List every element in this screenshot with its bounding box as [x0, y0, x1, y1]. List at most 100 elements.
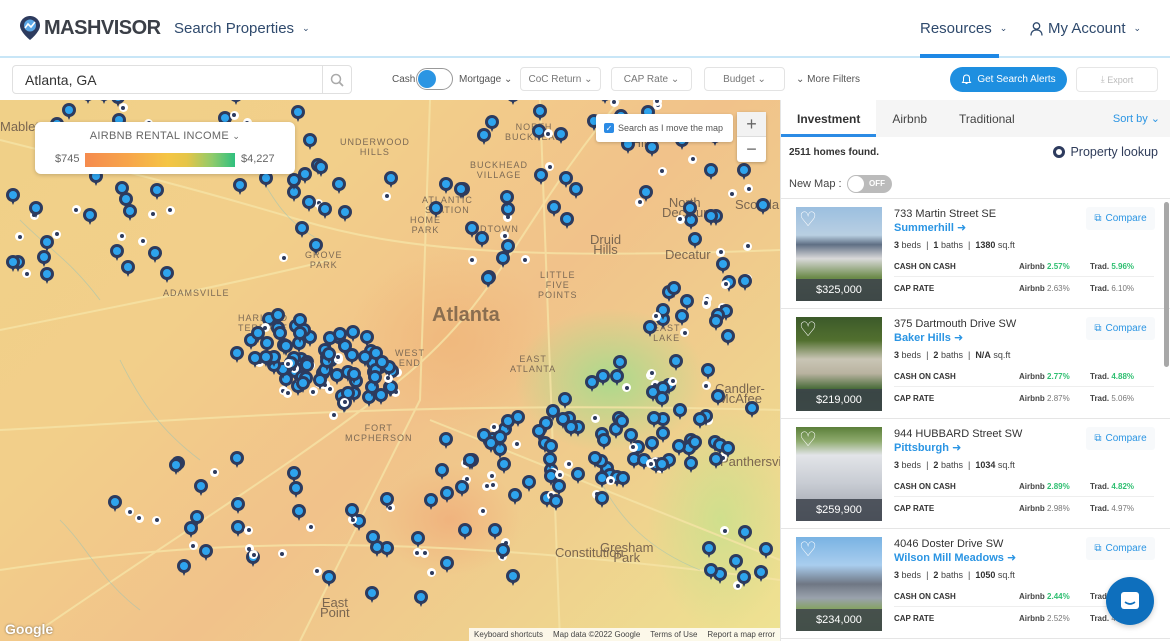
property-map-pin[interactable]	[667, 280, 682, 299]
property-map-pin[interactable]	[549, 494, 564, 512]
property-map-pin[interactable]	[532, 103, 547, 122]
property-map-pin[interactable]	[37, 249, 52, 268]
property-map-pin[interactable]	[6, 255, 21, 273]
property-map-pin[interactable]	[147, 246, 162, 264]
property-map-pin[interactable]	[110, 100, 125, 108]
property-map-pin[interactable]	[533, 168, 548, 186]
coc-return-dropdown[interactable]: CoC Return ⌄	[520, 67, 601, 91]
property-map-dot[interactable]	[727, 189, 737, 199]
nav-resources[interactable]: Resources ⌄	[920, 20, 1007, 37]
property-map-dot[interactable]	[520, 255, 530, 265]
property-map-pin[interactable]	[184, 521, 199, 539]
property-map-pin[interactable]	[568, 182, 583, 200]
property-map-dot[interactable]	[244, 525, 254, 535]
cash-mortgage-toggle[interactable]	[416, 68, 453, 90]
terms-of-use-link[interactable]: Terms of Use	[645, 628, 702, 641]
property-map-pin[interactable]	[302, 133, 317, 151]
property-map-pin[interactable]	[364, 586, 379, 604]
property-map-pin[interactable]	[588, 450, 603, 469]
property-map-pin[interactable]	[440, 485, 455, 504]
property-map-pin[interactable]	[687, 434, 702, 453]
property-map-pin[interactable]	[721, 328, 736, 347]
property-map-pin[interactable]	[668, 353, 683, 372]
property-map-pin[interactable]	[703, 563, 718, 581]
property-map-dot[interactable]	[329, 410, 339, 420]
property-map-dot[interactable]	[564, 459, 574, 469]
new-map-toggle[interactable]: OFF	[847, 175, 892, 193]
property-map-pin[interactable]	[463, 452, 478, 471]
property-map-pin[interactable]	[521, 474, 536, 493]
property-map-dot[interactable]	[382, 191, 392, 201]
property-map-pin[interactable]	[309, 238, 324, 256]
property-map-pin[interactable]	[709, 452, 724, 470]
property-map-pin[interactable]	[700, 362, 715, 381]
property-map-pin[interactable]	[508, 488, 523, 506]
checkbox-checked-icon[interactable]: ✓	[604, 123, 614, 133]
property-map-pin[interactable]	[563, 419, 578, 438]
property-map-dot[interactable]	[165, 205, 175, 215]
property-map-pin[interactable]	[294, 220, 309, 239]
property-map-pin[interactable]	[313, 373, 328, 391]
property-map-pin[interactable]	[613, 354, 628, 373]
property-map-pin[interactable]	[542, 452, 557, 470]
chat-button[interactable]	[1106, 577, 1154, 625]
property-map-pin[interactable]	[499, 190, 514, 208]
mashvisor-logo[interactable]: MASHVISOR	[20, 16, 161, 40]
property-map-dot[interactable]	[117, 231, 127, 241]
property-map-pin[interactable]	[505, 100, 520, 106]
property-map-pin[interactable]	[674, 308, 689, 327]
property-map-pin[interactable]	[193, 479, 208, 497]
property-map-pin[interactable]	[333, 326, 348, 345]
property-map-pin[interactable]	[511, 410, 526, 428]
listing-address[interactable]: 944 HUBBARD Street SW	[894, 428, 1022, 440]
property-map-pin[interactable]	[455, 479, 470, 498]
property-map-pin[interactable]	[322, 570, 337, 588]
property-map-pin[interactable]	[454, 181, 469, 200]
property-map-pin[interactable]	[638, 185, 653, 203]
property-map-pin[interactable]	[291, 504, 306, 522]
neighborhood-link[interactable]: Pittsburgh ➜	[894, 441, 961, 454]
property-map-pin[interactable]	[500, 238, 515, 257]
property-map-pin[interactable]	[682, 201, 697, 219]
property-map-pin[interactable]	[230, 346, 245, 364]
property-map-pin[interactable]	[97, 100, 112, 105]
report-map-error-link[interactable]: Report a map error	[702, 628, 780, 641]
heart-icon[interactable]: ♡	[799, 429, 817, 451]
property-map-pin[interactable]	[122, 204, 137, 222]
property-map-pin[interactable]	[614, 413, 629, 432]
property-map-dot[interactable]	[188, 541, 198, 551]
zoom-in-button[interactable]: +	[737, 112, 766, 137]
property-map-pin[interactable]	[293, 326, 308, 344]
property-map-pin[interactable]	[159, 266, 174, 284]
legend-title-dropdown[interactable]: AIRBNB RENTAL INCOME ⌄	[35, 130, 295, 142]
property-map-pin[interactable]	[337, 204, 352, 223]
property-map-dot[interactable]	[283, 388, 293, 398]
neighborhood-link[interactable]: Wilson Mill Meadows ➜	[894, 551, 1016, 564]
property-map-pin[interactable]	[40, 234, 55, 253]
property-map-pin[interactable]	[755, 197, 770, 216]
get-search-alerts-button[interactable]: Get Search Alerts	[950, 67, 1067, 92]
property-map-pin[interactable]	[322, 347, 337, 365]
property-map-pin[interactable]	[177, 558, 192, 577]
cap-rate-dropdown[interactable]: CAP Rate ⌄	[611, 67, 692, 91]
property-map-pin[interactable]	[557, 392, 572, 410]
property-map-pin[interactable]	[439, 176, 454, 195]
property-map-dot[interactable]	[306, 522, 316, 532]
export-button[interactable]: ⤓ Export	[1076, 67, 1158, 92]
property-map-pin[interactable]	[229, 451, 244, 469]
property-map-pin[interactable]	[753, 565, 768, 583]
property-map-pin[interactable]	[434, 463, 449, 481]
property-map-pin[interactable]	[232, 177, 247, 196]
property-map[interactable]: AtlantaDruid HillsNorth Druid HillsNorth…	[0, 100, 780, 641]
property-map-pin[interactable]	[483, 436, 498, 454]
property-map-pin[interactable]	[302, 195, 317, 213]
property-map-pin[interactable]	[61, 102, 76, 121]
heart-icon[interactable]: ♡	[799, 319, 817, 341]
property-map-pin[interactable]	[464, 221, 479, 239]
sort-by-dropdown[interactable]: Sort by ⌄	[1113, 112, 1160, 125]
property-map-dot[interactable]	[210, 467, 220, 477]
property-map-pin[interactable]	[366, 529, 381, 548]
property-lookup-button[interactable]: Property lookup	[1053, 145, 1158, 159]
property-map-pin[interactable]	[114, 180, 129, 199]
property-map-pin[interactable]	[737, 163, 752, 181]
